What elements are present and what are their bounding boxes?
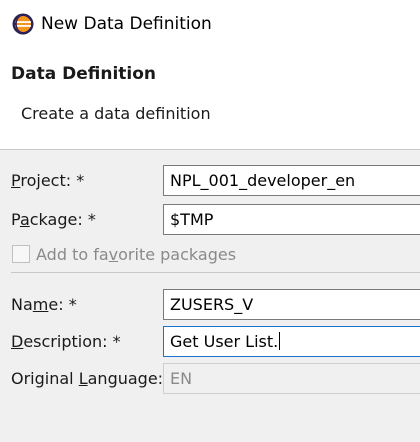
package-value: $TMP [170,210,214,229]
description-mnemonic: D [11,332,24,351]
package-mnemonic: a [19,210,30,229]
wizard-header: Data Definition Create a data definition [0,50,420,150]
description-label: Description: * [11,332,121,351]
project-value: NPL_001_developer_en [170,171,356,190]
package-field[interactable]: $TMP [163,204,420,235]
text-caret [279,332,281,350]
separator [11,272,420,273]
package-label: Package: * [11,210,96,229]
favorite-checkbox[interactable] [12,245,30,263]
language-field: EN [163,363,420,394]
window-title: New Data Definition [41,14,212,34]
page-title: Data Definition [11,64,157,84]
name-label: Name: * [11,295,77,314]
language-mnemonic: L [78,369,88,388]
language-label: Original Language: [11,369,164,388]
favorite-mnemonic: v [108,245,119,264]
name-mnemonic: m [32,295,49,314]
page-description: Create a data definition [21,104,211,123]
name-field[interactable]: ZUSERS_V [163,289,420,320]
project-label: Project: * [11,171,85,190]
description-field[interactable]: Get User List. [163,326,420,357]
name-value: ZUSERS_V [170,295,254,314]
eclipse-icon [12,13,34,35]
language-value: EN [170,369,193,388]
project-field[interactable]: NPL_001_developer_en [163,165,420,196]
favorite-checkbox-label: Add to favorite packages [36,245,237,264]
description-value: Get User List. [170,332,279,351]
project-mnemonic: P [11,171,21,190]
title-bar: New Data Definition [0,0,420,50]
